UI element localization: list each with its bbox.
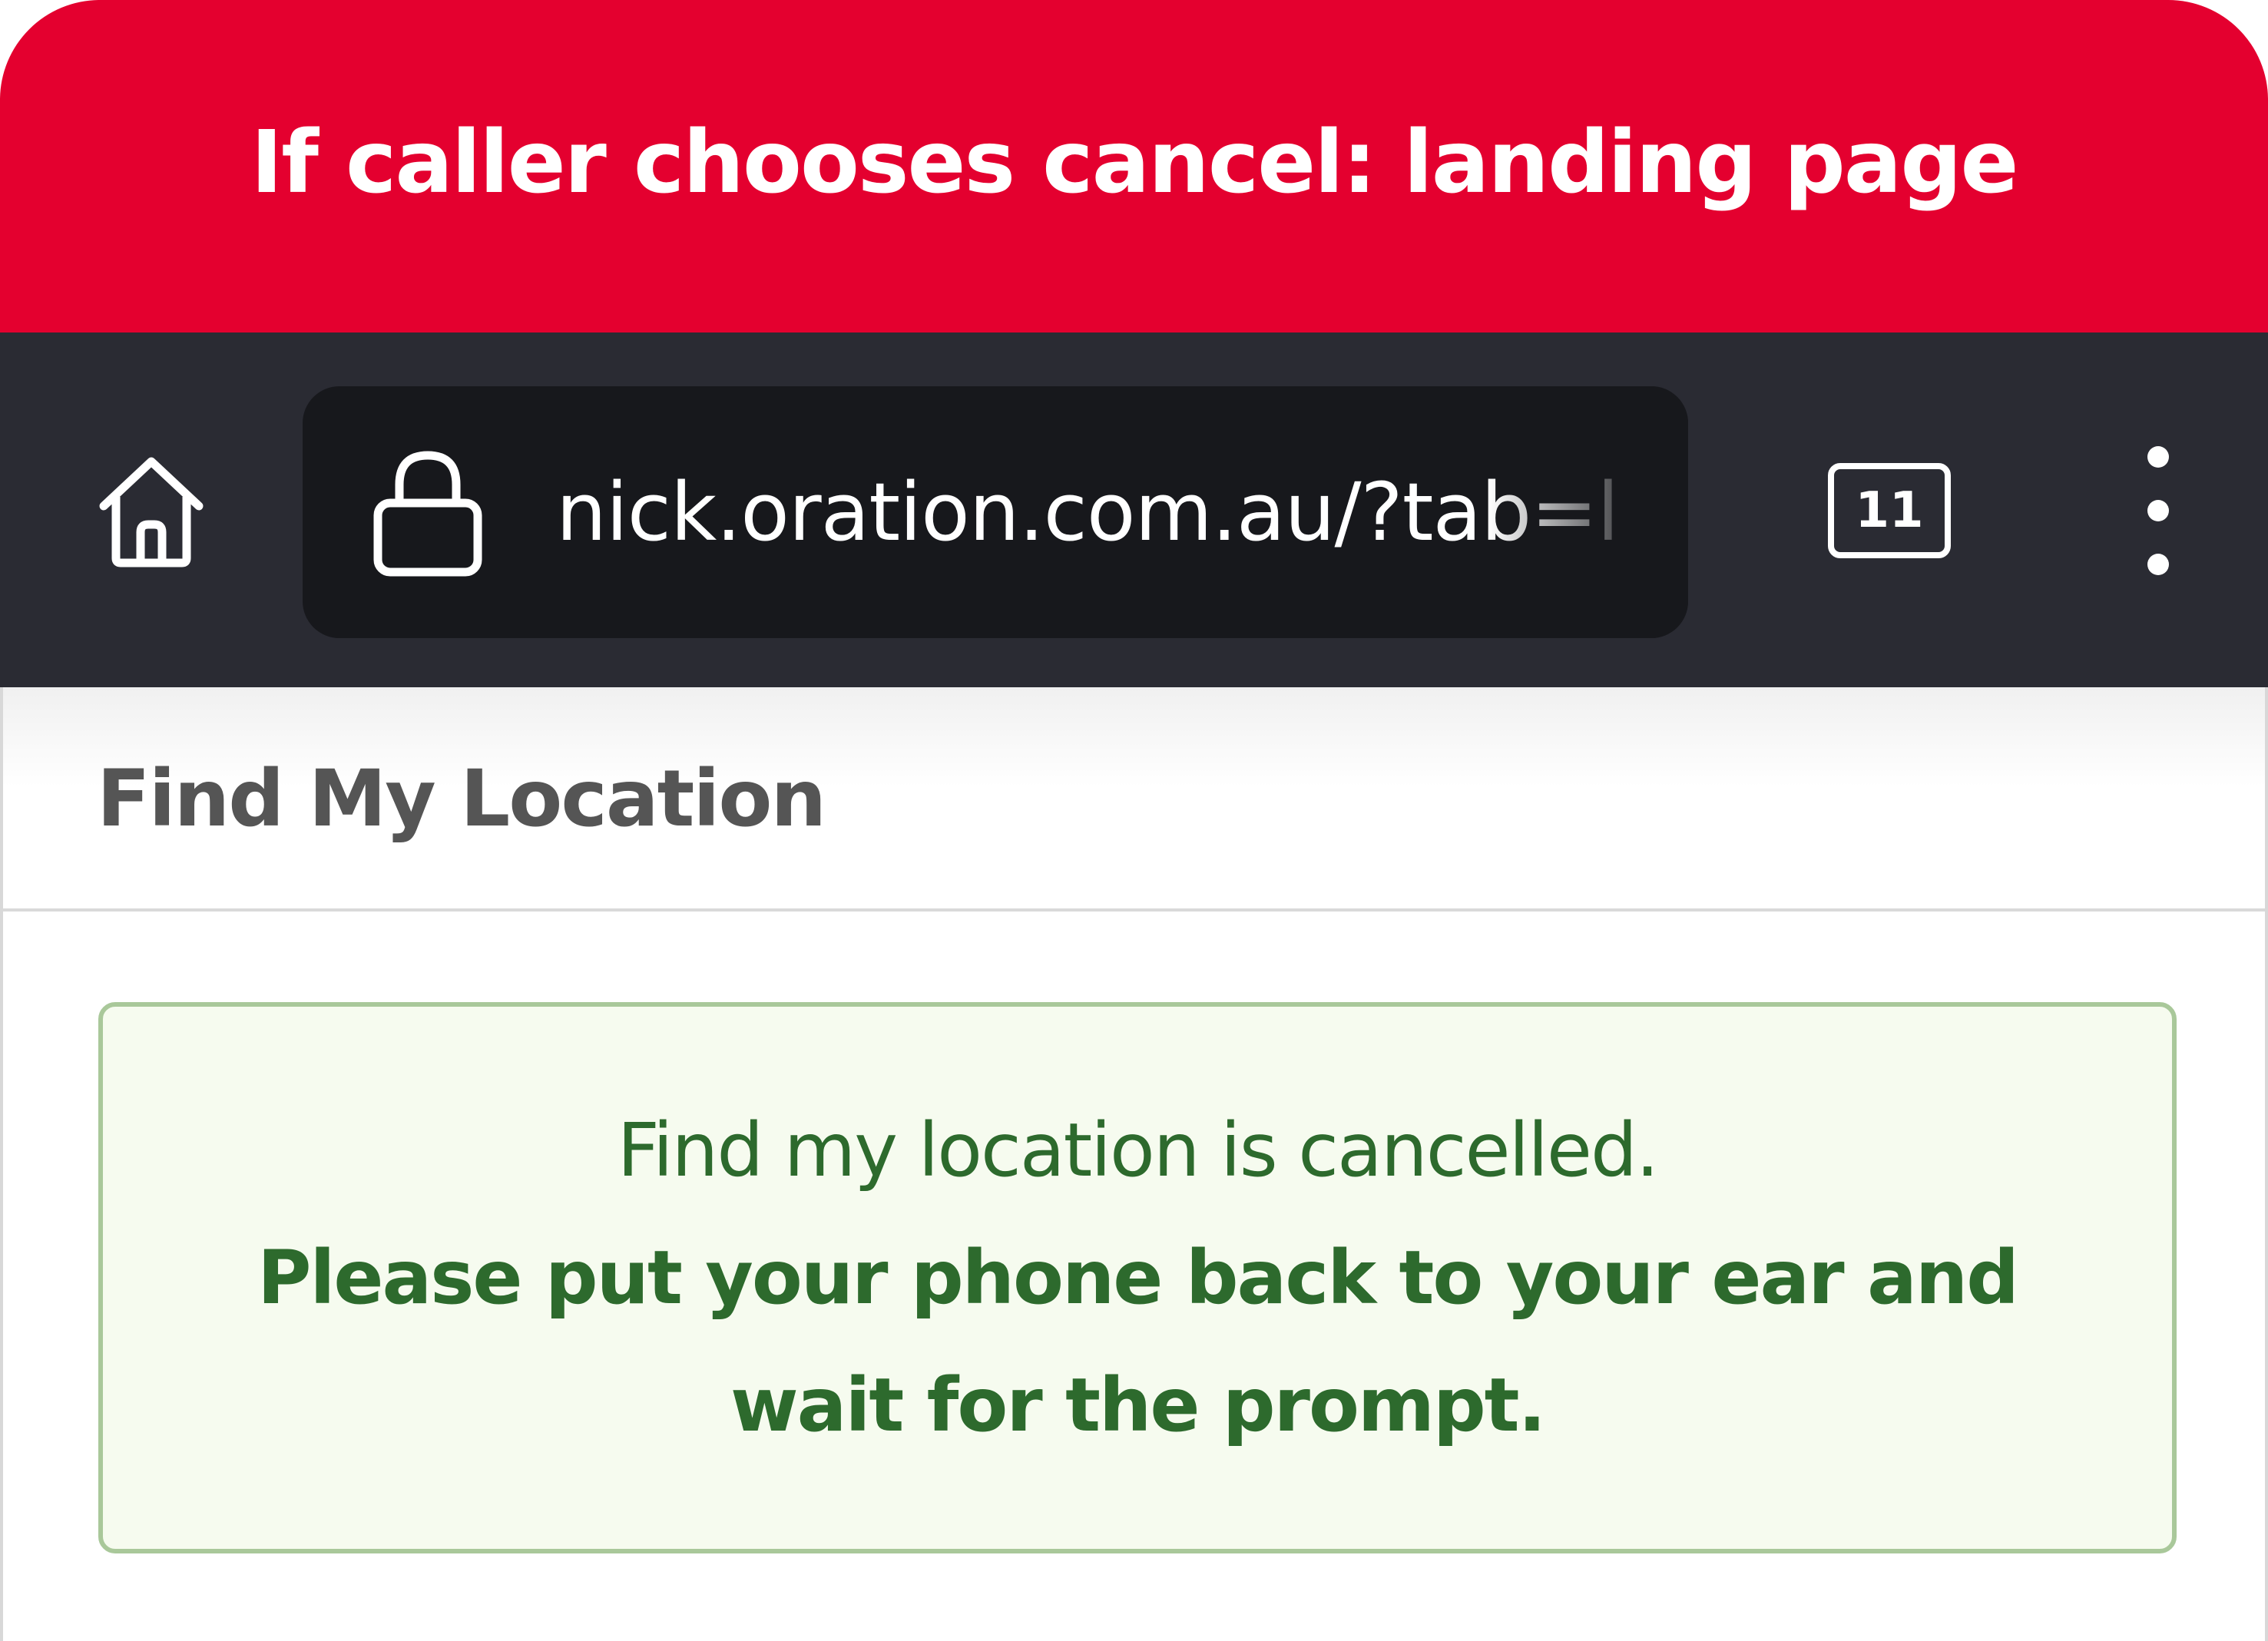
caption-title: If caller chooses cancel: landing page bbox=[250, 112, 2019, 213]
page-title: Find My Location bbox=[97, 753, 826, 845]
url-text: nick.oration.com.au/?tab=l bbox=[556, 465, 1619, 559]
alert-instruction: Please put your phone back to your ear a… bbox=[257, 1235, 2019, 1448]
web-page: Find My Location Find my location is can… bbox=[0, 687, 2268, 1641]
alert-message: Find my location is cancelled. bbox=[617, 1107, 1660, 1193]
address-bar[interactable]: nick.oration.com.au/?tab=l bbox=[303, 386, 1688, 638]
screenshot-frame: If caller chooses cancel: landing page n… bbox=[0, 0, 2268, 1641]
home-button[interactable] bbox=[83, 442, 220, 579]
tab-count: 11 bbox=[1855, 482, 1924, 539]
browser-toolbar: nick.oration.com.au/?tab=l 11 bbox=[0, 333, 2268, 687]
cancel-alert: Find my location is cancelled. Please pu… bbox=[98, 1002, 2177, 1553]
page-header: Find My Location bbox=[3, 687, 2265, 911]
url-fade bbox=[1488, 386, 1688, 638]
caption-banner: If caller chooses cancel: landing page bbox=[0, 0, 2268, 333]
more-menu-button[interactable] bbox=[2120, 446, 2197, 577]
home-icon bbox=[99, 457, 204, 567]
tab-switcher-button[interactable]: 11 bbox=[1828, 463, 1951, 558]
lock-icon bbox=[373, 451, 482, 577]
more-vertical-icon bbox=[2147, 446, 2169, 468]
